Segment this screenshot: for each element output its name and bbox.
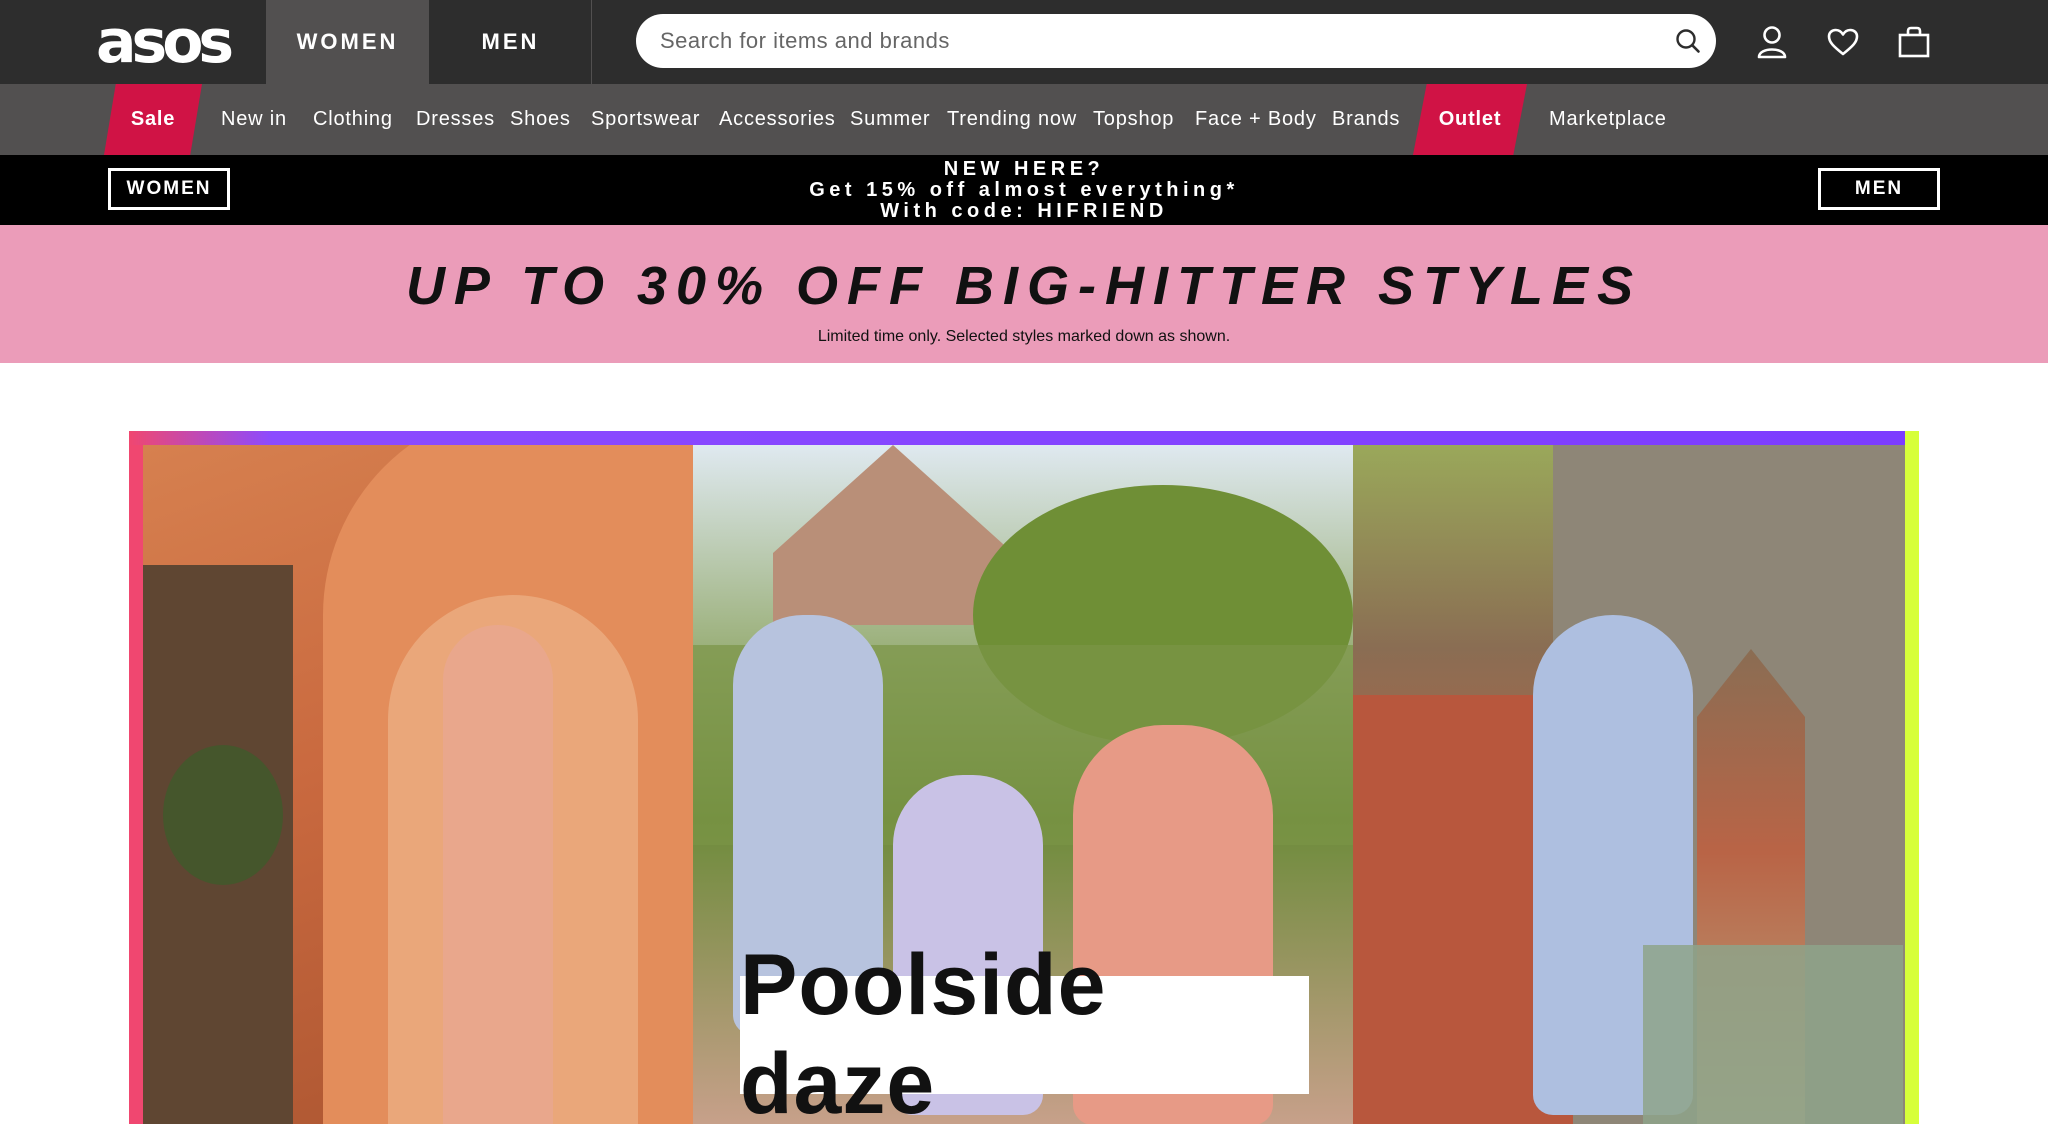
saved-items-button[interactable] [1823, 22, 1863, 62]
hero-photo-right [1353, 445, 1905, 1124]
promo-title: UP TO 30% OFF BIG-HITTER STYLES [405, 256, 1643, 316]
hero-title[interactable]: Poolside daze [740, 937, 1309, 1124]
newhere-women-button[interactable]: WOMEN [108, 168, 230, 210]
newhere-men-button[interactable]: MEN [1818, 168, 1940, 210]
nav-item-accessories[interactable]: Accessories [719, 84, 836, 155]
category-nav: Sale New in Clothing Dresses Shoes Sport… [0, 84, 2048, 155]
promo-subtitle: Limited time only. Selected styles marke… [817, 328, 1231, 345]
hero-top-border [129, 431, 1919, 445]
search-input[interactable] [660, 14, 1660, 68]
nav-item-sale[interactable]: Sale [104, 84, 202, 155]
search-button[interactable] [1660, 14, 1716, 68]
nav-item-new-in[interactable]: New in [221, 84, 287, 155]
hero-right-border [1905, 431, 1919, 1124]
heart-icon [1827, 28, 1859, 56]
tab-women[interactable]: WOMEN [266, 0, 429, 84]
tab-men[interactable]: MEN [430, 0, 592, 84]
newhere-line-1: NEW HERE? [943, 158, 1105, 180]
new-customer-strip: WOMEN NEW HERE? Get 15% off almost every… [0, 155, 2048, 225]
asos-logo[interactable]: asos [96, 12, 246, 72]
hero-photo-left [143, 445, 693, 1124]
nav-item-trending-now[interactable]: Trending now [947, 84, 1077, 155]
account-button[interactable] [1752, 22, 1792, 62]
sale-promo-banner[interactable]: UP TO 30% OFF BIG-HITTER STYLES Limited … [0, 225, 2048, 363]
newhere-line-2: Get 15% off almost everything* [809, 179, 1239, 201]
top-header: asos WOMEN MEN [0, 0, 2048, 84]
nav-item-brands[interactable]: Brands [1332, 84, 1400, 155]
nav-item-marketplace[interactable]: Marketplace [1549, 84, 1667, 155]
nav-item-dresses[interactable]: Dresses [416, 84, 495, 155]
search-bar [636, 14, 1716, 68]
nav-item-sportswear[interactable]: Sportswear [591, 84, 700, 155]
nav-item-topshop[interactable]: Topshop [1093, 84, 1174, 155]
nav-item-summer[interactable]: Summer [850, 84, 930, 155]
nav-item-clothing[interactable]: Clothing [313, 84, 393, 155]
newhere-line-3: With code: HIFRIEND [880, 200, 1168, 222]
newhere-message: NEW HERE? Get 15% off almost everything*… [700, 159, 1348, 222]
account-icon [1757, 26, 1787, 59]
search-icon [1676, 29, 1700, 53]
nav-item-face-body[interactable]: Face + Body [1195, 84, 1317, 155]
hero-banner[interactable]: Poolside daze [129, 431, 1919, 1124]
bag-button[interactable] [1894, 22, 1934, 62]
nav-item-outlet[interactable]: Outlet [1413, 84, 1527, 155]
bag-icon [1898, 26, 1930, 58]
nav-item-shoes[interactable]: Shoes [510, 84, 571, 155]
